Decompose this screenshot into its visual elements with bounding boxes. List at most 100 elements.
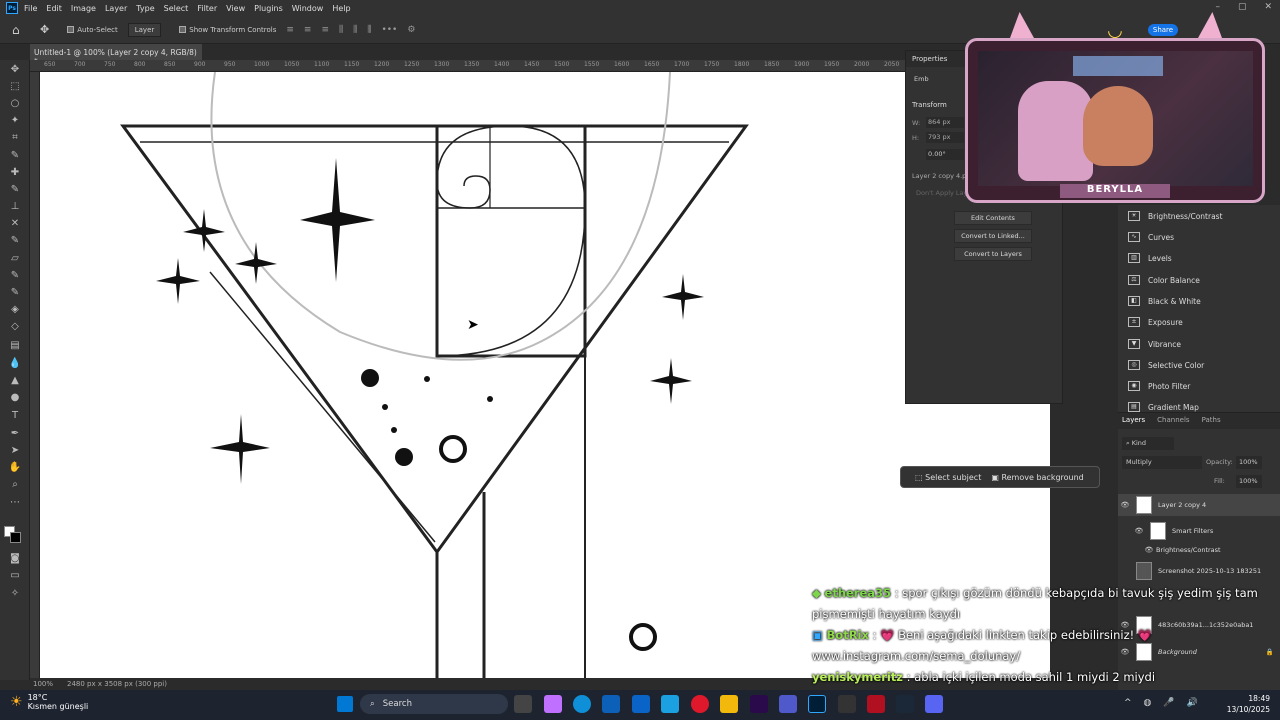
discord-icon[interactable]: [925, 695, 943, 713]
microphone-icon[interactable]: 🎤: [1163, 698, 1174, 708]
eyedropper-icon[interactable]: ✎: [8, 150, 22, 162]
select-subject-button[interactable]: ⬚ Select subject: [915, 473, 981, 482]
menu-plugins[interactable]: Plugins: [254, 4, 283, 13]
opacity-field[interactable]: 100%: [1236, 456, 1262, 469]
align-left-icon[interactable]: ≡: [286, 25, 294, 35]
minimize-button[interactable]: –: [1215, 2, 1220, 12]
menu-window[interactable]: Window: [292, 4, 324, 13]
align-top-icon[interactable]: ⫼: [339, 25, 343, 35]
photoshop-taskbar-icon[interactable]: [808, 695, 826, 713]
edit-contents-button[interactable]: Edit Contents: [954, 211, 1032, 225]
menu-view[interactable]: View: [226, 4, 245, 13]
chevron-up-icon[interactable]: ^: [1124, 698, 1132, 708]
kind-filter[interactable]: ⌕ Kind: [1122, 437, 1174, 450]
layer-dropdown[interactable]: Layer: [127, 22, 162, 37]
system-clock[interactable]: 18:49 13/10/2025: [1226, 693, 1270, 715]
art-brush-icon[interactable]: ✎: [8, 287, 22, 299]
move-tool-icon[interactable]: ✥: [40, 23, 49, 36]
convert-linked-button[interactable]: Convert to Linked...: [954, 229, 1032, 243]
more-tools-icon[interactable]: ⋯: [8, 497, 22, 509]
menu-layer[interactable]: Layer: [105, 4, 127, 13]
fill-field[interactable]: 100%: [1236, 475, 1262, 488]
angle-field[interactable]: 0.00°: [926, 149, 964, 160]
paint-bucket-icon[interactable]: ◈: [8, 304, 22, 316]
tab-properties[interactable]: Properties: [912, 55, 947, 63]
gradient-tool-icon[interactable]: ▤: [8, 340, 22, 352]
tab-channels[interactable]: Channels: [1157, 416, 1189, 426]
layer-row[interactable]: 👁 Brightness/Contrast: [1118, 539, 1280, 561]
menu-select[interactable]: Select: [164, 4, 189, 13]
zoom-level[interactable]: 100%: [33, 680, 53, 688]
magic-wand-icon[interactable]: ✦: [8, 115, 22, 127]
hand-tool-icon[interactable]: ✋: [8, 462, 22, 474]
brush-tool-icon[interactable]: ✎: [8, 184, 22, 196]
home-icon[interactable]: ⌂: [12, 23, 26, 37]
maximize-button[interactable]: ▢: [1238, 2, 1247, 12]
network-icon[interactable]: ◍: [1144, 698, 1152, 708]
tab-layers[interactable]: Layers: [1122, 416, 1145, 426]
screen-mode-icon[interactable]: ▭: [8, 570, 22, 582]
start-button-icon[interactable]: [337, 696, 353, 712]
pen-tool-icon[interactable]: ✒: [8, 428, 22, 440]
volume-icon[interactable]: 🔊: [1187, 698, 1198, 708]
move-tool-icon[interactable]: ✥: [8, 64, 22, 76]
close-button[interactable]: ✕: [1264, 2, 1272, 12]
more-options-icon[interactable]: •••: [381, 25, 397, 35]
adj-color-balance[interactable]: ⚖ Color Balance: [1128, 272, 1200, 288]
menu-help[interactable]: Help: [332, 4, 350, 13]
teams-icon[interactable]: [779, 695, 797, 713]
blend-mode-select[interactable]: Multiply: [1122, 456, 1202, 469]
show-transform-checkbox[interactable]: Show Transform Controls: [179, 26, 276, 34]
mixer-icon[interactable]: ✕: [8, 218, 22, 230]
gear-icon[interactable]: ⚙: [407, 25, 415, 35]
layer-row[interactable]: Screenshot 2025-10-13 183251: [1118, 560, 1280, 582]
auto-select-checkbox[interactable]: Auto-Select: [67, 26, 118, 34]
eye-icon[interactable]: 👁: [1132, 527, 1146, 535]
task-view-icon[interactable]: [514, 695, 532, 713]
copilot-icon[interactable]: [544, 695, 562, 713]
align-middle-icon[interactable]: ⫼: [353, 25, 357, 35]
dodge-tool-icon[interactable]: ●: [8, 392, 22, 404]
background-color-swatch[interactable]: [10, 532, 21, 543]
align-right-icon[interactable]: ≡: [321, 25, 329, 35]
remote-desktop-icon[interactable]: [661, 695, 679, 713]
width-field[interactable]: 864 px: [926, 117, 964, 128]
document-tab[interactable]: Untitled-1 @ 100% (Layer 2 copy 4, RGB/8…: [30, 44, 202, 66]
adj-levels[interactable]: ▥ Levels: [1128, 250, 1172, 266]
type-tool-icon[interactable]: T: [8, 410, 22, 422]
menu-edit[interactable]: Edit: [46, 4, 62, 13]
steam-icon[interactable]: [896, 695, 914, 713]
pencil-icon[interactable]: ✎: [8, 235, 22, 247]
edge-icon[interactable]: [573, 695, 591, 713]
obs-icon[interactable]: [838, 695, 856, 713]
adj-brightness-contrast[interactable]: ☀ Brightness/Contrast: [1128, 208, 1223, 224]
adj-photo-filter[interactable]: ◉ Photo Filter: [1128, 378, 1190, 394]
layer-row[interactable]: 👁 Layer 2 copy 4: [1118, 494, 1280, 516]
adj-exposure[interactable]: ± Exposure: [1128, 314, 1183, 330]
menu-type[interactable]: Type: [136, 4, 154, 13]
convert-layers-button[interactable]: Convert to Layers: [954, 247, 1032, 261]
zoom-tool-icon[interactable]: ⌕: [8, 479, 22, 491]
generative-icon[interactable]: ✧: [8, 588, 22, 600]
remove-background-button[interactable]: ▣ Remove background: [991, 473, 1083, 482]
marquee-tool-icon[interactable]: ⬚: [8, 81, 22, 93]
file-explorer-icon[interactable]: [720, 695, 738, 713]
align-bottom-icon[interactable]: ⫼: [367, 25, 371, 35]
store-icon[interactable]: [602, 695, 620, 713]
quick-mask-icon[interactable]: ◙: [8, 553, 22, 565]
healing-brush-icon[interactable]: ✚: [8, 167, 22, 179]
photoshop-logo[interactable]: Ps: [6, 2, 18, 14]
menu-image[interactable]: Image: [71, 4, 96, 13]
adj-vibrance[interactable]: ▼ Vibrance: [1128, 336, 1181, 352]
adj-black-white[interactable]: ◧ Black & White: [1128, 293, 1201, 309]
lasso-tool-icon[interactable]: ○: [8, 98, 22, 110]
share-button[interactable]: Share: [1148, 24, 1178, 36]
adj-selective-color[interactable]: ◎ Selective Color: [1128, 357, 1204, 373]
opera-icon[interactable]: [691, 695, 709, 713]
outlook-icon[interactable]: [632, 695, 650, 713]
eraser-icon[interactable]: ▱: [8, 253, 22, 265]
history-brush-icon[interactable]: ✎: [8, 270, 22, 282]
eye-icon[interactable]: 👁: [1142, 546, 1156, 554]
path-select-icon[interactable]: ➤: [8, 445, 22, 457]
sharpen-icon[interactable]: ▲: [8, 375, 22, 387]
